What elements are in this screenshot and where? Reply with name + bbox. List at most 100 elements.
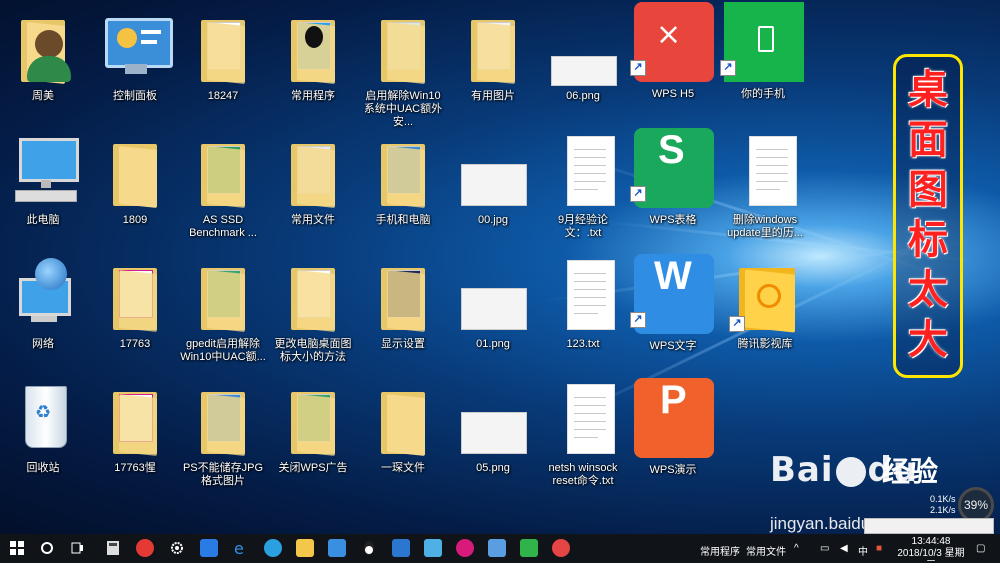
phone-icon: ↗ xyxy=(720,0,806,82)
folder-icon xyxy=(99,132,171,208)
folder-icon xyxy=(99,256,171,332)
desktop-icon-tencent-video[interactable]: ↗ 腾讯影视库 xyxy=(722,256,808,374)
desktop-icon-01-png[interactable]: 01.png xyxy=(450,256,536,374)
desktop-icon-netsh-txt[interactable]: netsh winsock reset命令.txt xyxy=(540,380,626,498)
desktop-icon-123-txt[interactable]: 123.txt xyxy=(540,256,626,374)
folder-icon xyxy=(277,380,349,456)
annotation-char: 桌 xyxy=(908,67,948,113)
folder-icon xyxy=(187,380,259,456)
desktop-icon-gpedit[interactable]: gpedit启用解除Win10中UAC额... xyxy=(180,256,266,374)
desktop-icon-wps-presentation[interactable]: P WPS演示 xyxy=(630,376,716,494)
task-view-icon[interactable] xyxy=(68,539,86,557)
desktop-icon-sept-txt[interactable]: 9月经验论文：.txt xyxy=(540,132,626,250)
desktop-icon-wps-writer[interactable]: W ↗ WPS文字 xyxy=(630,252,716,370)
desktop-icon-change-icon-size[interactable]: 更改电脑桌面图标大小的方法 xyxy=(270,256,356,374)
volume-icon[interactable]: ◀ xyxy=(840,543,848,554)
wps-presentation-icon: P xyxy=(630,376,716,458)
desktop-icon-close-wps-ads[interactable]: 关闭WPS广告 xyxy=(270,380,356,498)
desktop-icon-recycle-bin[interactable]: ♻ 回收站 xyxy=(0,380,86,498)
chat-app-icon[interactable] xyxy=(264,539,282,557)
qq-icon[interactable] xyxy=(360,539,378,557)
control-panel-icon xyxy=(99,8,173,82)
folder-icon xyxy=(457,8,529,84)
desktop-icon-05-png[interactable]: 05.png xyxy=(450,380,536,498)
video-player-icon[interactable] xyxy=(520,539,538,557)
windows-start-icon[interactable] xyxy=(8,539,26,557)
desktop-icon-common-programs[interactable]: 常用程序 xyxy=(270,8,356,126)
annotation-char: 标 xyxy=(908,217,948,263)
desktop-icon-this-pc[interactable]: 此电脑 xyxy=(0,132,86,250)
desktop-icon-yichen-files[interactable]: 一琛文件 xyxy=(360,380,446,498)
folder-icon xyxy=(187,8,259,84)
desktop-icon-06-png[interactable]: 06.png xyxy=(540,8,626,126)
calculator-icon[interactable] xyxy=(104,539,122,557)
annotation-char: 面 xyxy=(908,117,948,163)
annotation-char: 大 xyxy=(908,317,948,363)
recycle-bin-icon: ♻ xyxy=(7,380,79,454)
desktop-icon-control-panel[interactable]: 控制面板 xyxy=(92,8,178,126)
desktop-icon-wps-spreadsheet[interactable]: S ↗ WPS表格 xyxy=(630,126,716,244)
computer-icon xyxy=(7,132,79,206)
ime-icon[interactable]: ■ xyxy=(876,543,882,554)
outlook-icon[interactable] xyxy=(392,539,410,557)
desktop-icon-folder-18247[interactable]: 18247 xyxy=(180,8,266,126)
music-app-icon[interactable] xyxy=(552,539,570,557)
mail-app-icon[interactable] xyxy=(200,539,218,557)
file-explorer-icon[interactable] xyxy=(296,539,314,557)
shortcut-arrow-icon: ↗ xyxy=(630,312,646,328)
clock-date: 2018/10/3 星期三 xyxy=(897,548,965,571)
input-language[interactable]: 中 xyxy=(858,543,868,558)
edge-browser-icon[interactable]: e xyxy=(232,539,250,558)
desktop-icon-phone-and-pc[interactable]: 手机和电脑 xyxy=(360,132,446,250)
clock[interactable]: 13:44:48 2018/10/3 星期三 xyxy=(895,536,967,572)
floating-tray-bar[interactable] xyxy=(864,518,994,534)
desktop-icon-useful-images[interactable]: 有用图片 xyxy=(450,8,536,126)
watermark-jingyan: 经验 xyxy=(882,455,939,488)
tencent-video-folder-icon: ↗ xyxy=(729,256,801,333)
shortcut-arrow-icon: ↗ xyxy=(729,316,745,332)
tablet-app-icon[interactable] xyxy=(424,539,442,557)
desktop-icon-folder-17763x[interactable]: 17763惺 xyxy=(92,380,178,498)
folder-icon xyxy=(277,256,349,332)
annotation-char: 图 xyxy=(908,167,948,213)
desktop-icon-00-jpg[interactable]: 00.jpg xyxy=(450,132,536,250)
network-icon xyxy=(7,256,79,330)
desktop-icon-wps-h5[interactable]: ⨯ ↗ WPS H5 xyxy=(630,0,716,118)
toolbar-common-files[interactable]: 常用文件 xyxy=(746,543,786,558)
desktop-icon-delete-windows-update[interactable]: 删除windows update里的历... xyxy=(722,132,808,250)
desktop-icon-user-folder[interactable]: 周美 xyxy=(0,8,86,126)
svg-text:e: e xyxy=(234,539,244,557)
photos-app-icon[interactable] xyxy=(488,539,506,557)
folder-icon xyxy=(277,8,349,84)
notification-icon[interactable]: ▢ xyxy=(976,543,985,554)
tray-expand-icon[interactable]: ^ xyxy=(794,543,799,554)
store-icon[interactable] xyxy=(328,539,346,557)
desktop-icon-ps-jpg[interactable]: PS不能储存JPG格式图片 xyxy=(180,380,266,498)
desktop-icon-your-phone[interactable]: ↗ 你的手机 xyxy=(720,0,806,118)
desktop-icon-network[interactable]: 网络 xyxy=(0,256,86,374)
wps-writer-icon: W ↗ xyxy=(630,252,716,334)
annotation-box: 桌 面 图 标 太 大 xyxy=(893,54,963,378)
folder-icon xyxy=(367,256,439,332)
folder-icon xyxy=(367,132,439,208)
wps-h5-icon: ⨯ ↗ xyxy=(630,0,716,82)
desktop-icon-uac-folder[interactable]: 启用解除Win10系统中UAC额外安... xyxy=(360,8,446,128)
desktop-icon-folder-1809[interactable]: 1809 xyxy=(92,132,178,250)
image-file-icon xyxy=(457,132,529,206)
desktop-icon-display-settings[interactable]: 显示设置 xyxy=(360,256,446,374)
desktop-icon-folder-17763[interactable]: 17763 xyxy=(92,256,178,374)
desktop: 周美 控制面板 18247 常用程序 启用解除Win10系统中UAC额外安... xyxy=(0,0,1000,534)
folder-icon xyxy=(367,380,439,456)
folder-icon xyxy=(277,132,349,208)
power-app-icon[interactable] xyxy=(136,539,154,557)
settings-gear-icon[interactable] xyxy=(168,539,186,557)
desktop-icon-as-ssd[interactable]: AS SSD Benchmark ... xyxy=(180,132,266,250)
toolbar-common-programs[interactable]: 常用程序 xyxy=(700,543,740,558)
cortana-icon[interactable] xyxy=(38,539,56,557)
desktop-icon-common-files[interactable]: 常用文件 xyxy=(270,132,356,250)
folder-icon xyxy=(187,256,259,332)
image-file-icon xyxy=(457,256,529,330)
folder-icon xyxy=(99,380,171,456)
network-icon[interactable]: ▭ xyxy=(820,543,829,554)
media-app-icon[interactable] xyxy=(456,539,474,557)
